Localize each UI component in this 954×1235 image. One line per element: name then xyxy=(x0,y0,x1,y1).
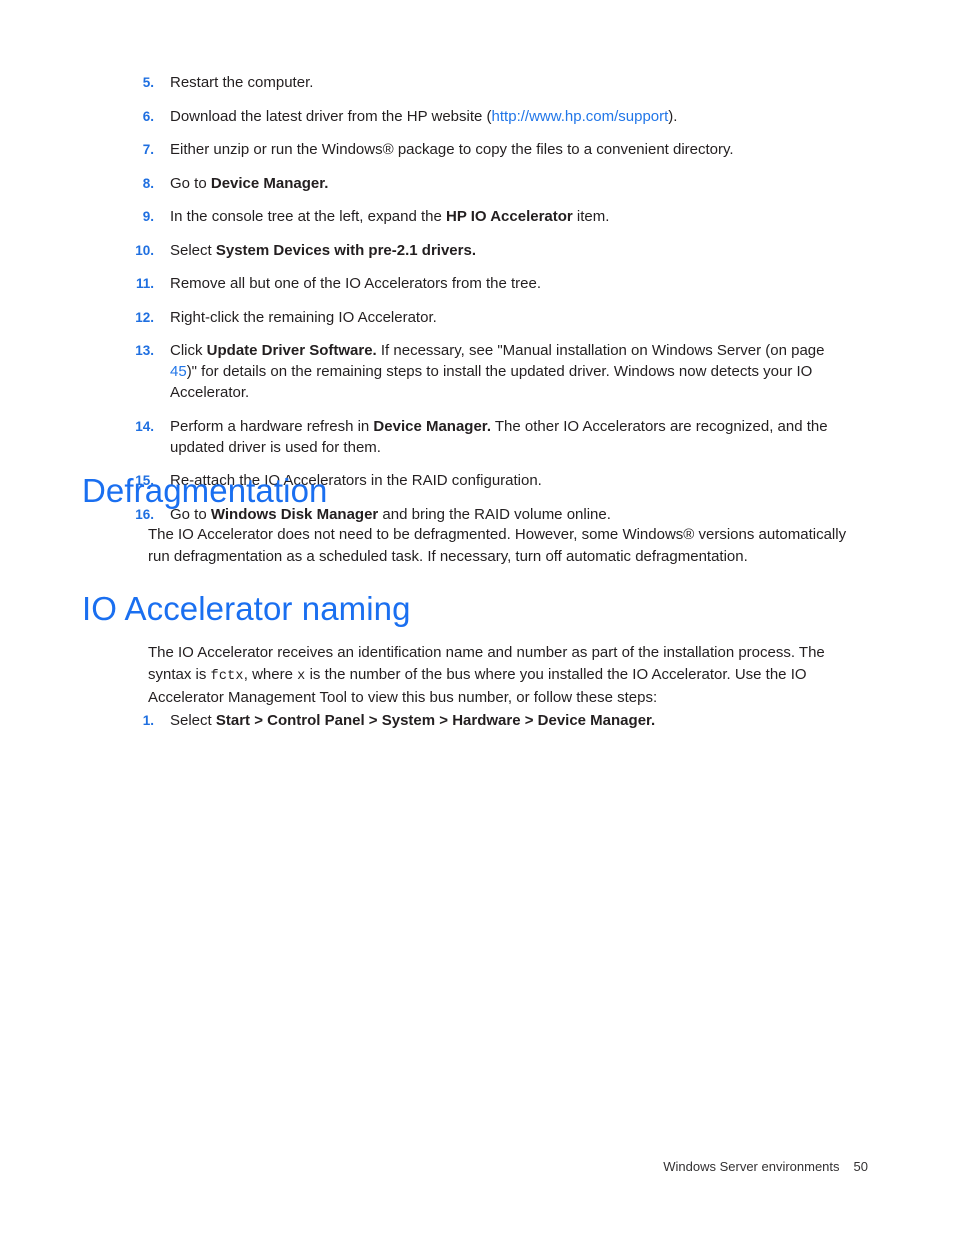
text-run: Select xyxy=(170,241,216,259)
list-item: 7. Either unzip or run the Windows® packa… xyxy=(0,139,954,160)
text-run: The IO Accelerator does not need to be d… xyxy=(148,526,847,565)
list-item: 14. Perform a hardware refresh in Device … xyxy=(0,416,954,458)
list-item-number: 8. xyxy=(142,175,154,191)
list-item-text: Download the latest driver from the HP w… xyxy=(170,106,852,127)
list-item: 6. Download the latest driver from the HP… xyxy=(0,106,954,127)
paragraph-io-accelerator-naming: The IO Accelerator receives an identific… xyxy=(148,642,870,709)
text-run: Go to xyxy=(170,174,211,192)
text-run: If necessary, see "Manual installation o… xyxy=(376,342,825,359)
numbered-steps-continued: 5. Restart the computer. 6. Download the la… xyxy=(0,72,954,537)
footer-chapter-title: Windows Server environments xyxy=(663,1159,840,1174)
page-footer: Windows Server environments 50 xyxy=(663,1158,868,1176)
numbered-steps-naming: 1. Select Start > Control Panel > System … xyxy=(0,710,954,744)
inline-link[interactable]: http://www.hp.com/support xyxy=(492,108,669,125)
list-item-number: 10. xyxy=(135,242,154,258)
text-run: , where xyxy=(243,665,298,683)
list-item-number: 6. xyxy=(142,108,154,124)
list-item-text: Go to Device Manager. xyxy=(170,173,852,194)
list-item-number: 14. xyxy=(135,418,154,434)
text-run: )" for details on the remaining steps to… xyxy=(170,363,813,401)
document-page: 5. Restart the computer. 6. Download the la… xyxy=(0,0,954,1235)
text-run: Perform a hardware refresh in xyxy=(170,417,374,435)
text-run: Right-click the remaining IO Accelerator… xyxy=(170,308,437,326)
list-item-text: Select Start > Control Panel > System > … xyxy=(170,710,852,731)
text-run: In the console tree at the left, expand … xyxy=(170,208,447,225)
list-item: 1. Select Start > Control Panel > System … xyxy=(0,710,954,731)
list-item-number: 12. xyxy=(135,309,154,325)
list-item-text: Either unzip or run the Windows® package… xyxy=(170,139,852,160)
list-item-number: 9. xyxy=(142,209,154,224)
list-item-number: 11. xyxy=(135,276,154,291)
list-item: 5. Restart the computer. xyxy=(0,72,954,93)
text-run: Download the latest driver from the HP w… xyxy=(170,107,492,125)
footer-page-number: 50 xyxy=(853,1159,868,1174)
list-item-number: 13. xyxy=(135,343,154,358)
list-item-text: In the console tree at the left, expand … xyxy=(170,206,852,227)
bold-run: Device Manager. xyxy=(373,417,491,435)
list-item-number: 7. xyxy=(142,142,154,157)
bold-run: Start > Control Panel > System > Hardwar… xyxy=(215,712,656,729)
list-item-text: Remove all but one of the IO Accelerator… xyxy=(170,273,852,294)
list-item-number: 1. xyxy=(142,713,154,728)
heading-defragmentation: Defragmentation xyxy=(82,472,328,509)
list-item-text: Perform a hardware refresh in Device Man… xyxy=(170,416,852,458)
list-item-number: 5. xyxy=(142,75,154,90)
bold-run: Update Driver Software. xyxy=(206,342,377,359)
bold-run: Device Manager. xyxy=(210,174,329,192)
bold-run: HP IO Accelerator xyxy=(446,208,573,225)
list-item: 9. In the console tree at the left, expan… xyxy=(0,206,954,227)
list-item: 8. Go to Device Manager. xyxy=(0,173,954,194)
list-item-text: Select System Devices with pre-2.1 drive… xyxy=(170,240,852,261)
text-run: Either unzip or run the Windows® package… xyxy=(170,141,734,158)
text-run: Remove all but one of the IO Accelerator… xyxy=(170,275,542,292)
list-item: 12. Right-click the remaining IO Accelera… xyxy=(0,307,954,328)
list-item-text: Restart the computer. xyxy=(170,72,852,93)
list-item: 11. Remove all but one of the IO Accelera… xyxy=(0,273,954,294)
paragraph-defragmentation: The IO Accelerator does not need to be d… xyxy=(148,524,870,567)
text-run: ). xyxy=(668,107,678,125)
heading-io-accelerator-naming: IO Accelerator naming xyxy=(82,590,411,627)
list-item-text: Click Update Driver Software. If necessa… xyxy=(170,340,852,403)
inline-link[interactable]: 45 xyxy=(170,363,187,380)
text-run: Select xyxy=(170,712,216,729)
bold-run: System Devices with pre-2.1 drivers. xyxy=(215,241,476,259)
text-run: and bring the RAID volume online. xyxy=(378,505,611,523)
text-run: Click xyxy=(170,342,207,359)
text-run: Restart the computer. xyxy=(170,74,314,91)
code-run: fctx xyxy=(210,668,244,684)
text-run: item. xyxy=(572,208,610,225)
list-item-text: Right-click the remaining IO Accelerator… xyxy=(170,307,852,328)
list-item: 10. Select System Devices with pre-2.1 dr… xyxy=(0,240,954,261)
list-item: 13. Click Update Driver Software. If nece… xyxy=(0,340,954,403)
